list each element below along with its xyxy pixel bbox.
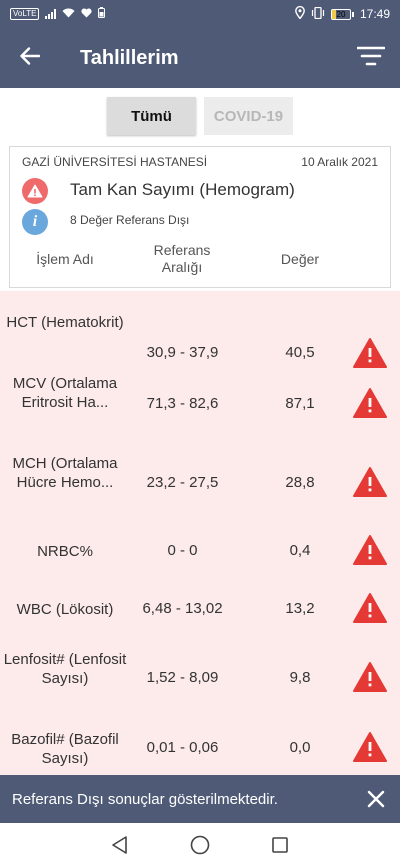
back-button[interactable] [0, 28, 60, 88]
info-icon: i [22, 209, 48, 235]
location-icon [295, 5, 305, 22]
warning-icon[interactable] [352, 731, 388, 763]
filter-icon [356, 45, 386, 72]
result-header-card: GAZİ ÜNİVERSİTESİ HASTANESİ 10 Aralık 20… [9, 146, 391, 288]
result-value: 9,8 [289, 669, 311, 686]
warning-icon[interactable] [352, 337, 388, 369]
filter-tabs: Tümü COVID-19 [0, 88, 400, 144]
square-recent-icon[interactable] [268, 833, 292, 857]
result-value: 28,8 [285, 474, 315, 491]
result-value: 0,0 [289, 739, 311, 756]
arrow-left-icon [20, 46, 41, 70]
test-date: 10 Aralık 2021 [301, 155, 378, 169]
test-name: Tam Kan Sayımı (Hemogram) [70, 180, 295, 199]
status-bar: VoLTE 20 17:49 [0, 0, 400, 28]
filter-button[interactable] [356, 44, 386, 72]
signal-icon [45, 9, 57, 19]
circle-home-icon[interactable] [188, 833, 212, 857]
vibrate-icon [311, 6, 325, 22]
result-name: HCT (Hematokrit) [6, 314, 124, 331]
out-of-range-count: 8 Değer Referans Dışı [70, 213, 190, 227]
tab-all[interactable]: Tümü [107, 97, 196, 135]
close-icon[interactable] [364, 787, 388, 811]
battery-level: 20 [336, 9, 346, 19]
results-list[interactable]: HCT (Hematokrit) 30,9 - 37,9 40,5 MCV (O… [0, 291, 400, 775]
system-nav-bar [0, 823, 400, 866]
volte-badge: VoLTE [10, 8, 40, 20]
result-reference: 6,48 - 13,02 [142, 600, 223, 617]
status-left: VoLTE [10, 7, 106, 21]
warning-icon[interactable] [352, 592, 388, 624]
warning-icon[interactable] [352, 466, 388, 498]
result-reference: 1,52 - 8,09 [146, 669, 219, 686]
status-right: 20 17:49 [295, 5, 390, 22]
result-header-area: GAZİ ÜNİVERSİTESİ HASTANESİ 10 Aralık 20… [0, 144, 400, 291]
result-value: 40,5 [285, 344, 315, 361]
warning-icon [22, 178, 48, 204]
result-value: 13,2 [285, 600, 315, 617]
page-title: Tahlillerim [80, 46, 179, 69]
result-reference: 0,01 - 0,06 [146, 739, 219, 756]
column-header-value: Değer [280, 251, 320, 267]
result-reference: 23,2 - 27,5 [146, 474, 219, 491]
app-bar: Tahlillerim [0, 28, 400, 88]
triangle-back-icon[interactable] [108, 833, 132, 857]
result-name: MCH (Ortalama Hücre Hemo... [12, 455, 118, 491]
tab-covid-19[interactable]: COVID-19 [204, 97, 293, 135]
result-name: Lenfosit# (Lenfosit Sayısı) [3, 651, 127, 687]
result-name: NRBC% [37, 543, 93, 560]
warning-icon[interactable] [352, 661, 388, 693]
result-reference: 0 - 0 [167, 542, 198, 559]
result-reference: 30,9 - 37,9 [146, 344, 219, 361]
result-value: 0,4 [289, 542, 311, 559]
wifi-icon [62, 8, 75, 21]
result-name: Bazofil# (Bazofil Sayısı) [11, 731, 119, 767]
column-header-name: İşlem Adı [36, 251, 94, 267]
snackbar: Referans Dışı sonuçlar gösterilmektedir. [0, 775, 400, 823]
heart-icon [81, 7, 92, 21]
result-name: MCV (Ortalama Eritrosit Ha... [12, 375, 118, 411]
result-name: WBC (Lökosit) [16, 601, 114, 618]
warning-icon[interactable] [352, 387, 388, 419]
hospital-name: GAZİ ÜNİVERSİTESİ HASTANESİ [22, 155, 208, 169]
result-value: 87,1 [285, 395, 315, 412]
warning-icon[interactable] [352, 534, 388, 566]
battery-icon: 20 [330, 8, 354, 20]
clock: 17:49 [359, 7, 390, 21]
snackbar-message: Referans Dışı sonuçlar gösterilmektedir. [12, 790, 278, 808]
column-header-reference: Referans Aralığı [153, 242, 211, 275]
result-reference: 71,3 - 82,6 [146, 395, 219, 412]
battery-saver-icon [98, 7, 106, 21]
